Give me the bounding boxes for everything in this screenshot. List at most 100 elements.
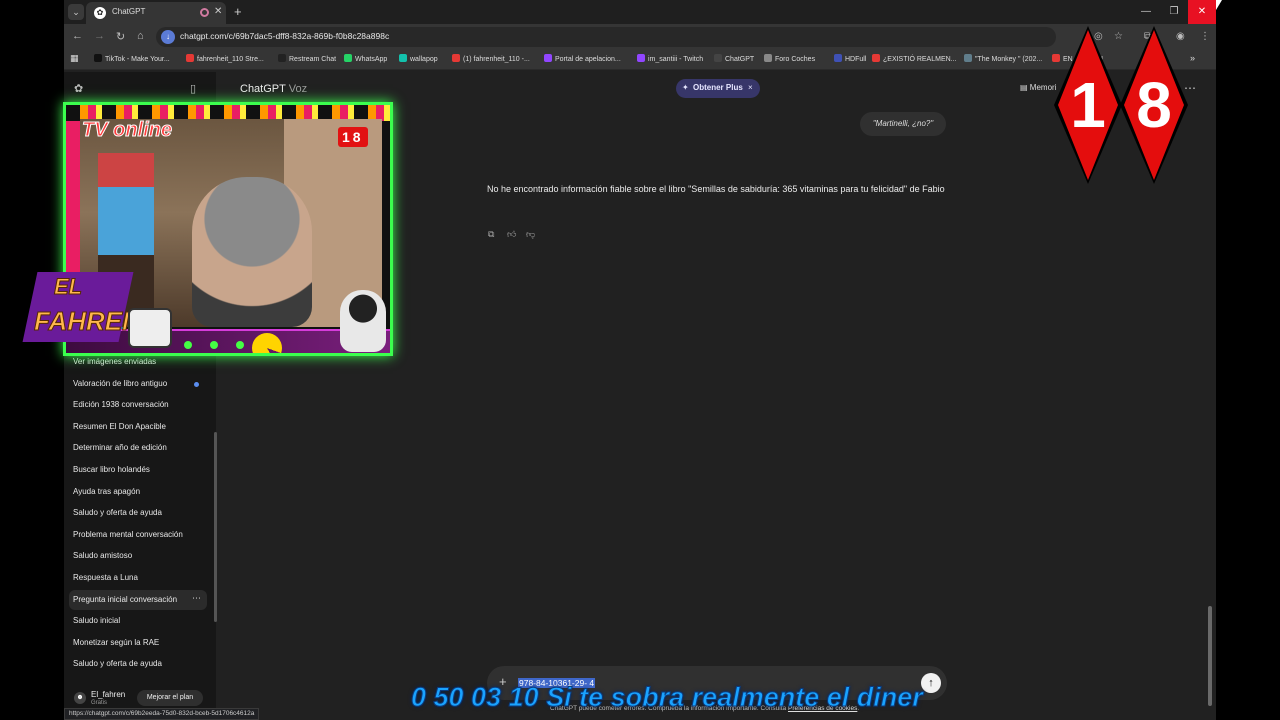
maximize-button[interactable]: ❐ (1160, 0, 1188, 24)
avatar: ☻ (74, 692, 86, 704)
sidebar-toggle-icon[interactable]: ▯ (190, 82, 196, 95)
age-digit: 8 (1136, 69, 1172, 141)
sidebar-conversation-item[interactable]: Respuesta a Luna (69, 568, 207, 588)
bookmark-label: Restream Chat (289, 56, 337, 63)
pellet-icon (184, 341, 192, 349)
bookmark-label: WhatsApp (355, 56, 388, 63)
bookmark-item[interactable]: TikTok - Make Your... (94, 54, 170, 63)
message-actions: ⧉ 👍︎ 👎︎ (488, 224, 545, 242)
sidebar-scrollbar[interactable] (214, 432, 217, 622)
apps-grid-icon[interactable]: ▦ (70, 53, 79, 64)
bookmark-item[interactable]: wallapop (399, 54, 438, 63)
conversation-title: Saludo inicial (73, 616, 121, 626)
url-field[interactable]: ↓ chatgpt.com/c/69b7dac5-dff8-832a-869b-… (156, 27, 1056, 47)
bookmark-favicon-icon (344, 54, 352, 62)
tab-close-icon[interactable]: ✕ (214, 6, 222, 17)
bookmark-item[interactable]: Restream Chat (278, 54, 336, 63)
tab-bar: ⌄ ✿ ChatGPT ✕ + — ❐ ✕ (64, 0, 1216, 24)
bookmark-favicon-icon (637, 54, 645, 62)
sidebar-conversation-item[interactable]: Saludo amistoso (69, 546, 207, 566)
sidebar-conversation-item[interactable]: Saludo y oferta de ayuda (69, 503, 207, 523)
sidebar-conversation-item[interactable]: Problema mental conversación (69, 525, 207, 545)
bookmark-favicon-icon (764, 54, 772, 62)
bookmark-item[interactable]: (1) fahrenheit_110 -... (452, 54, 530, 63)
sidebar-conversation-item[interactable]: Determinar año de edición (69, 438, 207, 458)
tab-search-icon[interactable]: ⌄ (68, 4, 84, 20)
upgrade-plan-button[interactable]: Mejorar el plan (137, 690, 203, 706)
back-icon[interactable]: ← (72, 30, 83, 42)
sidebar-conversation-item[interactable]: Resumen El Don Apacible (69, 417, 207, 437)
bookmark-item[interactable]: Portal de apelacion... (544, 54, 621, 63)
left-letterbox (0, 0, 64, 720)
sidebar-conversation-item[interactable]: Saludo y oferta de ayuda (69, 654, 207, 674)
conversation-title: Saludo y oferta de ayuda (73, 659, 162, 669)
get-plus-label: Obtener Plus (693, 83, 743, 92)
bookmark-favicon-icon (544, 54, 552, 62)
minimize-button[interactable]: — (1132, 0, 1160, 24)
forward-icon[interactable]: → (94, 30, 105, 42)
bookmark-favicon-icon (186, 54, 194, 62)
send-button[interactable]: ↑ (921, 673, 941, 693)
conversation-title: Ayuda tras apagón (73, 486, 141, 496)
bookmark-item[interactable]: ChatGPT (714, 54, 754, 63)
sidebar-conversation-item[interactable]: Edición 1938 conversación (69, 395, 207, 415)
age-rating-digit-1: 1 (1052, 26, 1124, 184)
bookmark-label: (1) fahrenheit_110 -... (463, 56, 530, 63)
bookmark-favicon-icon (399, 54, 407, 62)
conversation-title: Pregunta inicial conversación (73, 594, 178, 604)
chatgpt-logo-icon[interactable]: ✿ (74, 82, 83, 95)
conversation-options-icon[interactable]: ⋯ (192, 593, 201, 604)
sidebar-conversation-item[interactable]: Monetizar según la RAE (69, 633, 207, 653)
bookmark-item[interactable]: WhatsApp (344, 54, 387, 63)
age-digit: 1 (1070, 69, 1106, 141)
webcam-age-badge: 18 (338, 127, 368, 147)
tab-chatgpt[interactable]: ✿ ChatGPT ✕ (86, 2, 226, 24)
bookmark-item[interactable]: im_santiii - Twitch (637, 54, 703, 63)
bookmarks-bar: ▦ TikTok - Make Your... fahrenheit_110 St… (64, 50, 1216, 70)
sidebar-conversation-item[interactable]: Valoración de libro antiguo (69, 374, 207, 394)
conversation-title: Buscar libro holandés (73, 465, 150, 474)
new-tab-button[interactable]: + (234, 4, 242, 19)
get-plus-button[interactable]: ✦ Obtener Plus × (676, 79, 760, 98)
bookmark-label: wallapop (410, 56, 438, 63)
recording-icon (200, 8, 209, 17)
model-selector[interactable]: ChatGPT Voz (240, 83, 307, 95)
bookmark-item[interactable]: Foro Coches (764, 54, 815, 63)
conversation-title: Saludo amistoso (73, 551, 133, 561)
user-name: El_fahren (91, 690, 126, 699)
bookmark-item[interactable]: ¿EXISTIÓ REALMEN... (872, 54, 957, 63)
sidebar-conversation-item[interactable]: Saludo inicial (69, 611, 207, 631)
astronaut-icon (340, 290, 386, 352)
tab-title: ChatGPT (112, 7, 146, 16)
copy-icon[interactable]: ⧉ (488, 229, 504, 240)
site-info-icon[interactable]: ↓ (161, 30, 175, 44)
window-close-button[interactable]: ✕ (1188, 0, 1216, 24)
age-rating-digit-2: 8 (1118, 26, 1190, 184)
bookmark-item[interactable]: "The Monkey " (202... (964, 54, 1042, 63)
sidebar-conversation-item[interactable]: Ayuda tras apagón (69, 482, 207, 502)
thumbs-down-icon[interactable]: 👎︎ (526, 229, 542, 240)
dismiss-plus-icon[interactable]: × (748, 83, 753, 92)
webcam-person (192, 177, 312, 327)
pellet-icon (236, 341, 244, 349)
memory-icon: ▤ (1020, 83, 1028, 92)
bookmark-item[interactable]: HDFull (834, 54, 866, 63)
home-icon[interactable]: ⌂ (137, 30, 144, 42)
bookmark-item[interactable]: fahrenheit_110 Stre... (186, 54, 264, 63)
bookmarks-overflow-icon[interactable]: » (1190, 53, 1195, 63)
thumbs-up-icon[interactable]: 👍︎ (507, 229, 523, 240)
conversation-title: Monetizar según la RAE (73, 637, 160, 647)
url-text: chatgpt.com/c/69b7dac5-dff8-832a-869b-f0… (180, 31, 390, 41)
browser-menu-icon[interactable]: ⋮ (1200, 31, 1210, 42)
logo-text-el: EL (53, 274, 83, 300)
chatgpt-favicon-icon: ✿ (94, 7, 106, 19)
bookmark-label: TikTok - Make Your... (105, 56, 170, 63)
bookmark-label: fahrenheit_110 Stre... (197, 56, 264, 63)
right-letterbox (1216, 0, 1280, 720)
bookmark-label: "The Monkey " (202... (975, 56, 1043, 63)
main-scrollbar[interactable] (1208, 606, 1212, 706)
reload-icon[interactable]: ↻ (116, 30, 125, 43)
sidebar-conversation-item[interactable]: Buscar libro holandés (69, 460, 207, 480)
memory-button[interactable]: ▤ Memori (1020, 83, 1056, 92)
sidebar-conversation-item[interactable]: Pregunta inicial conversación ⋯ (69, 589, 207, 610)
